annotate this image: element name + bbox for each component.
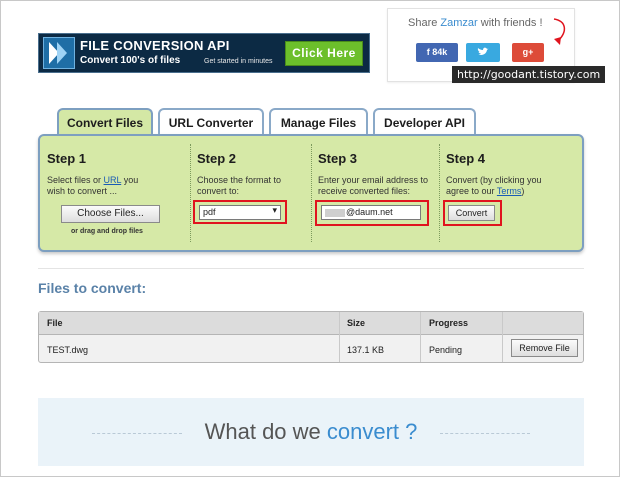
convert-button[interactable]: Convert bbox=[448, 205, 495, 221]
files-to-convert-heading: Files to convert: bbox=[38, 280, 147, 296]
api-banner-ad[interactable]: FILE CONVERSION API Convert 100's of fil… bbox=[38, 33, 370, 73]
row-file-size: 137.1 KB bbox=[347, 345, 385, 355]
step-2-instructions: Choose the format to convert to: bbox=[197, 175, 281, 197]
curved-arrow-icon bbox=[553, 18, 566, 45]
format-select[interactable]: pdf ▾ bbox=[199, 205, 281, 220]
convert-steps-panel: Step 1 Select files or URL you wish to c… bbox=[38, 134, 584, 252]
files-table: File Size Progress TEST.dwg 137.1 KB Pen… bbox=[38, 311, 584, 363]
header-size: Size bbox=[347, 318, 366, 328]
url-link[interactable]: URL bbox=[104, 175, 122, 185]
email-highlight-box: @daum.net bbox=[315, 200, 429, 226]
email-field-value: @daum.net bbox=[346, 207, 393, 217]
blog-watermark: http://goodant.tistory.com bbox=[452, 66, 605, 83]
format-highlight-box: pdf ▾ bbox=[193, 200, 287, 224]
step-1-instructions: Select files or URL you wish to convert … bbox=[47, 175, 138, 197]
column-divider bbox=[339, 312, 340, 362]
redacted-email-prefix bbox=[325, 209, 345, 217]
row-file-progress: Pending bbox=[429, 345, 463, 355]
step-4-text-c: ) bbox=[521, 186, 525, 196]
step-2-title: Step 2 bbox=[197, 151, 237, 166]
step-3-text-b: receive converted files: bbox=[318, 186, 411, 196]
header-progress: Progress bbox=[429, 318, 469, 328]
column-divider bbox=[502, 312, 503, 362]
step-3: Step 3 Enter your email address to recei… bbox=[311, 136, 439, 250]
share-brand: Zamzar bbox=[440, 17, 478, 29]
tab-manage-files[interactable]: Manage Files bbox=[269, 108, 368, 136]
column-divider bbox=[420, 312, 421, 362]
tab-url-converter[interactable]: URL Converter bbox=[158, 108, 264, 136]
step-4-title: Step 4 bbox=[446, 151, 486, 166]
facebook-share-button[interactable]: f 84k bbox=[416, 43, 458, 62]
step-1-text-b: you bbox=[121, 175, 139, 185]
step-2-text-b: convert to: bbox=[197, 186, 240, 196]
header-file: File bbox=[47, 318, 63, 328]
step-3-instructions: Enter your email address to receive conv… bbox=[318, 175, 428, 197]
row-file-name: TEST.dwg bbox=[47, 345, 89, 355]
chevron-down-icon: ▾ bbox=[272, 206, 277, 216]
promo-headline: What do we convert ? bbox=[38, 419, 584, 445]
share-suffix: with friends ! bbox=[477, 17, 543, 29]
banner-title: FILE CONVERSION API bbox=[80, 38, 230, 53]
banner-tagline: Get started in minutes bbox=[204, 58, 273, 65]
step-1-title: Step 1 bbox=[47, 151, 87, 166]
section-separator bbox=[38, 268, 584, 269]
terms-link[interactable]: Terms bbox=[497, 186, 522, 196]
twitter-bird-icon bbox=[477, 47, 489, 55]
tab-developer-api[interactable]: Developer API bbox=[373, 108, 476, 136]
share-prefix: Share bbox=[408, 17, 441, 29]
promo-prefix: What do we bbox=[204, 419, 327, 444]
banner-subtitle: Convert 100's of files bbox=[80, 55, 181, 66]
step-3-text-a: Enter your email address to bbox=[318, 175, 429, 185]
step-2-text-a: Choose the format to bbox=[197, 175, 282, 185]
step-2: Step 2 Choose the format to convert to: … bbox=[190, 136, 311, 250]
step-4-text-b: agree to our bbox=[446, 186, 497, 196]
step-4: Step 4 Convert (by clicking you agree to… bbox=[439, 136, 582, 250]
convert-highlight-box: Convert bbox=[443, 200, 502, 226]
twitter-share-button[interactable] bbox=[466, 43, 500, 62]
step-1-text-a: Select files or bbox=[47, 175, 104, 185]
banner-click-here-button[interactable]: Click Here bbox=[285, 41, 363, 66]
format-select-value: pdf bbox=[203, 207, 216, 217]
remove-file-button[interactable]: Remove File bbox=[511, 339, 578, 357]
step-4-instructions: Convert (by clicking you agree to our Te… bbox=[446, 175, 542, 197]
share-text: Share Zamzar with friends ! bbox=[408, 17, 543, 29]
drag-drop-note: or drag and drop files bbox=[71, 228, 143, 235]
step-4-text-a: Convert (by clicking you bbox=[446, 175, 542, 185]
choose-files-button[interactable]: Choose Files... bbox=[61, 205, 160, 223]
email-field[interactable]: @daum.net bbox=[321, 205, 421, 220]
promo-accent: convert ? bbox=[326, 419, 418, 444]
step-3-title: Step 3 bbox=[318, 151, 358, 166]
step-1: Step 1 Select files or URL you wish to c… bbox=[40, 136, 190, 250]
play-arrows-logo-icon bbox=[43, 37, 75, 69]
step-1-text-c: wish to convert ... bbox=[47, 186, 118, 196]
google-plus-share-button[interactable]: g+ bbox=[512, 43, 544, 62]
tab-convert-files[interactable]: Convert Files bbox=[57, 108, 153, 136]
promo-band: What do we convert ? bbox=[38, 398, 584, 466]
